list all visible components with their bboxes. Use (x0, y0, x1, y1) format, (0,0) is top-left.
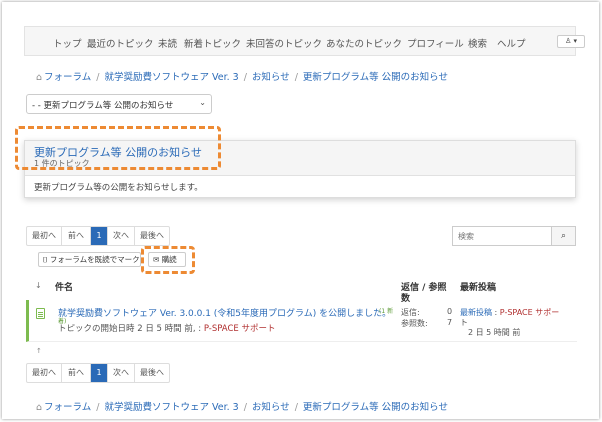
breadcrumb-bottom: ⌂ フォーラム / 就学奨励費ソフトウェア Ver. 3/お知らせ / 更新プログラム等 … (36, 402, 448, 413)
col-latest: 最新投稿 (460, 283, 497, 293)
mark-forum-read-button[interactable]: ⌷ フォーラムを既読でマーク (38, 252, 141, 267)
nav-your-topics[interactable]: あなたのトピック (326, 36, 402, 50)
col-subject: 件名 (55, 283, 74, 293)
latest-post-author-cont[interactable]: ト (460, 317, 468, 328)
latest-post-info: 最新投稿 : P-SPACE サポー (460, 307, 559, 318)
latest-post-separator: : (494, 308, 498, 317)
new-post-badge[interactable]: (1 新 (379, 306, 393, 315)
nav-help[interactable]: ヘルプ (497, 36, 526, 50)
topic-started: トピックの開始日時 2 日 5 時間 前, : (58, 324, 202, 334)
home-icon: ⌂ (36, 72, 43, 83)
back-to-top-icon[interactable]: ↑ (36, 347, 42, 355)
top-navbar: トップ 最近のトピック 未読 新着トピック 未回答のトピック あなたのトピック … (24, 26, 585, 56)
pager-prev[interactable]: 前へ (62, 227, 91, 245)
topic-meta: トピックの開始日時 2 日 5 時間 前, : P-SPACE サポート (58, 322, 275, 334)
home-icon: ⌂ (36, 402, 43, 413)
breadcrumb-current[interactable]: 更新プログラム等 公開のお知らせ (303, 402, 448, 413)
views-label: 参照数: (401, 319, 428, 328)
nav-unanswered[interactable]: 未回答のトピック (246, 36, 322, 50)
forum-jump-value: - - 更新プログラム等 公開のお知らせ (32, 101, 174, 111)
replies-value: 0 (447, 307, 453, 316)
breadcrumb: ⌂ フォーラム / 就学奨励費ソフトウェア Ver. 3/お知らせ / 更新プログラム等 … (36, 72, 448, 83)
search-input[interactable] (452, 226, 552, 246)
highlight-forum-title (15, 126, 221, 170)
sort-down-icon: ↓ (35, 281, 42, 290)
mark-forum-read-label: フォーラムを既読でマーク (49, 255, 140, 264)
nav-top[interactable]: トップ (53, 36, 82, 50)
user-menu-button[interactable]: ♙ ▾ (557, 35, 585, 48)
highlight-subscribe (141, 246, 195, 274)
pager-last[interactable]: 最後へ (135, 227, 169, 245)
breadcrumb-notices[interactable]: お知らせ (252, 402, 290, 413)
breadcrumb-software[interactable]: 就学奨励費ソフトウェア Ver. 3 (104, 72, 238, 83)
pager-first[interactable]: 最初へ (27, 227, 62, 245)
pagination-bottom: 最初へ 前へ 1 次へ 最後へ (26, 363, 170, 383)
nav-new-topics[interactable]: 新着トピック (184, 36, 241, 50)
pager-page-1-bottom[interactable]: 1 (91, 364, 108, 382)
latest-post-link[interactable]: 最新投稿 (460, 308, 492, 317)
breadcrumb-current[interactable]: 更新プログラム等 公開のお知らせ (303, 72, 448, 83)
pager-last-bottom[interactable]: 最後へ (135, 364, 169, 382)
forum-search: ⌕ (452, 226, 576, 246)
pager-next[interactable]: 次へ (108, 227, 135, 245)
topic-author-link[interactable]: P-SPACE サポート (204, 324, 276, 334)
pager-prev-bottom[interactable]: 前へ (62, 364, 91, 382)
pager-page-1[interactable]: 1 (91, 227, 108, 245)
breadcrumb-software[interactable]: 就学奨励費ソフトウェア Ver. 3 (104, 402, 238, 413)
breadcrumb-forum[interactable]: フォーラム (44, 72, 91, 83)
nav-profile[interactable]: プロフィール (407, 36, 464, 50)
breadcrumb-forum[interactable]: フォーラム (44, 402, 91, 413)
topic-title-link[interactable]: 就学奨励費ソフトウェア Ver. 3.0.0.1 (令和5年度用プログラム) を… (58, 306, 391, 319)
forum-description: 更新プログラム等の公開をお知らせします。 (34, 183, 203, 193)
breadcrumb-notices[interactable]: お知らせ (252, 72, 290, 83)
search-icon[interactable]: ⌕ (552, 226, 576, 246)
chevron-down-icon: ⌄ (199, 98, 206, 107)
latest-post-author[interactable]: P-SPACE サポー (500, 308, 559, 317)
latest-post-time: 2 日 5 時間 前 (468, 328, 521, 337)
nav-search[interactable]: 検索 (468, 36, 487, 50)
pager-next-bottom[interactable]: 次へ (108, 364, 135, 382)
forum-jump-select[interactable]: - - 更新プログラム等 公開のお知らせ ⌄ (26, 94, 212, 114)
nav-unread[interactable]: 未読 (158, 36, 177, 50)
pagination-top: 最初へ 前へ 1 次へ 最後へ (26, 226, 170, 246)
replies-label: 返信: (401, 308, 420, 317)
pager-first-bottom[interactable]: 最初へ (27, 364, 62, 382)
views-value: 7 (447, 318, 453, 327)
bookmark-icon: ⌷ (43, 255, 48, 264)
nav-recent-topics[interactable]: 最近のトピック (87, 36, 154, 50)
topic-unread-icon (36, 308, 45, 319)
browser-frame: トップ 最近のトピック 未読 新着トピック 未回答のトピック あなたのトピック … (2, 2, 599, 419)
